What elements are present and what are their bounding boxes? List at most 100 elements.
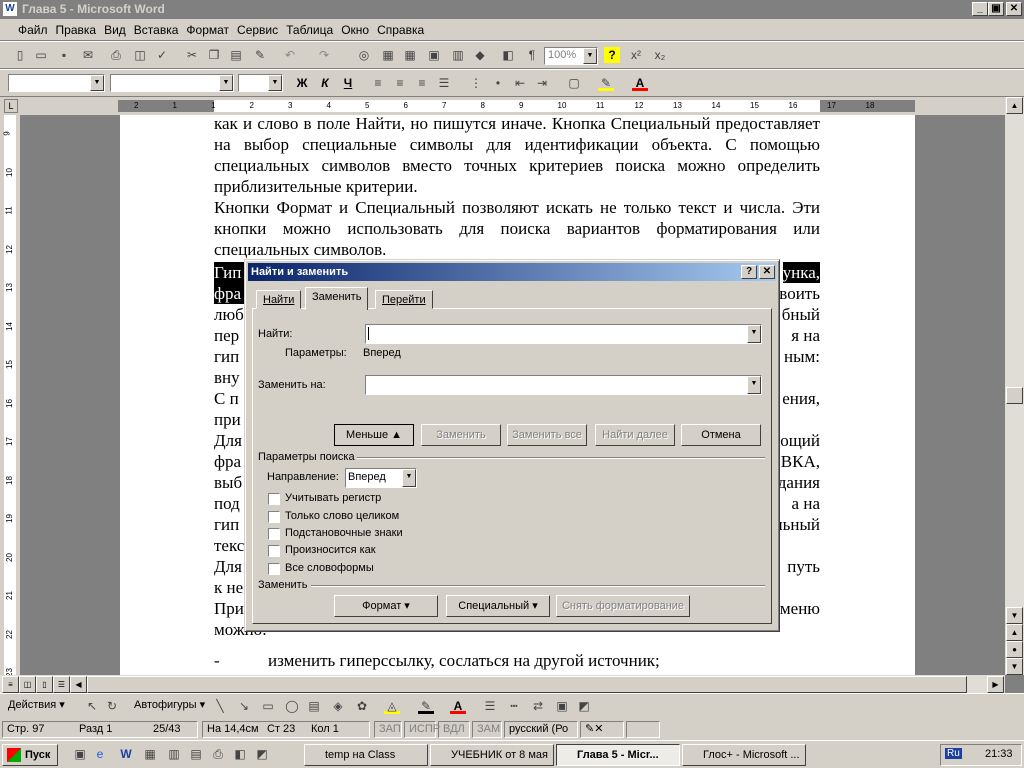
undo-icon[interactable]: ↶ — [282, 47, 298, 63]
chevron-down-icon[interactable]: ▼ — [268, 75, 282, 91]
close-button[interactable]: ✕ — [1006, 2, 1022, 16]
task-glava5[interactable]: Глава 5 - Micr... — [556, 744, 680, 766]
autoshapes-menu[interactable]: Автофигуры ▾ — [134, 698, 205, 711]
h-scroll-thumb[interactable] — [87, 676, 967, 693]
direction-dropdown-icon[interactable]: ▼ — [402, 469, 416, 487]
align-right-icon[interactable]: ≡ — [414, 75, 430, 91]
task-temp[interactable]: temp на Class — [304, 744, 428, 766]
select-objects-icon[interactable]: ↖ — [84, 698, 100, 714]
replace-dropdown-icon[interactable]: ▼ — [747, 376, 761, 394]
dash-style-icon[interactable]: ┅ — [506, 698, 522, 714]
highlight-icon[interactable]: ✎ — [598, 75, 614, 91]
shadow-icon[interactable]: ▣ — [554, 698, 570, 714]
vertical-scrollbar[interactable]: ▲ ▼ ▲ ● ▼ — [1005, 97, 1024, 675]
send-mail-icon[interactable]: ✉ — [80, 47, 96, 63]
tab-replace[interactable]: Заменить — [305, 287, 369, 310]
drawing-icon[interactable]: ◆ — [472, 47, 488, 63]
scroll-right-button[interactable]: ▶ — [987, 676, 1004, 693]
text-box-icon[interactable]: ▤ — [306, 698, 322, 714]
tab-find[interactable]: Найти — [256, 290, 302, 309]
font-size-combo[interactable]: ▼ — [238, 74, 283, 92]
prev-page-button[interactable]: ▲ — [1006, 624, 1023, 641]
menu-help[interactable]: Справка — [373, 23, 428, 37]
copy-icon[interactable]: ❐ — [206, 47, 222, 63]
tab-goto[interactable]: Перейти — [375, 290, 433, 309]
font-combo[interactable]: ▼ — [110, 74, 234, 92]
menu-table[interactable]: Таблица — [282, 23, 337, 37]
word-forms-checkbox[interactable] — [268, 563, 280, 575]
task-glos[interactable]: Глос+ - Microsoft ... — [682, 744, 806, 766]
insert-table-icon[interactable]: ▦ — [402, 47, 418, 63]
format-button[interactable]: Формат ▾ — [334, 595, 438, 617]
language-indicator[interactable]: Ru — [945, 748, 962, 759]
menu-window[interactable]: Окно — [337, 23, 373, 37]
status-trk[interactable]: ИСПР — [404, 721, 440, 738]
scroll-up-button[interactable]: ▲ — [1006, 97, 1023, 114]
special-button[interactable]: Специальный ▾ — [446, 595, 550, 617]
replace-input[interactable]: ▼ — [365, 375, 762, 395]
underline-button[interactable]: Ч — [340, 75, 356, 91]
menu-tools[interactable]: Сервис — [233, 23, 282, 37]
desktop-icon[interactable]: ▣ — [72, 746, 88, 762]
chevron-down-icon[interactable]: ▼ — [219, 75, 233, 91]
status-ovr[interactable]: ЗАМ — [472, 721, 502, 738]
horizontal-ruler[interactable]: L 2 1 1 2 3 4 5 6 7 8 9 10 11 12 13 14 15 16 17 18 — [0, 97, 1024, 115]
menu-format[interactable]: Формат — [182, 23, 233, 37]
status-rec[interactable]: ЗАП — [374, 721, 402, 738]
menu-file[interactable]: Файл — [14, 23, 52, 37]
spelling-icon[interactable]: ✓ — [154, 47, 170, 63]
line-color-icon[interactable]: ✎ — [418, 698, 434, 714]
document-map-icon[interactable]: ◧ — [500, 47, 516, 63]
quicklaunch-icon-5[interactable]: ▥ — [166, 746, 182, 762]
ie-icon[interactable]: e — [92, 746, 108, 762]
fill-color-icon[interactable]: ◬ — [384, 698, 400, 714]
status-lang[interactable]: русский (Ро — [504, 721, 578, 738]
office-assistant-icon[interactable]: ? — [604, 47, 620, 63]
maximize-button[interactable]: ▣ — [988, 2, 1004, 16]
scroll-thumb[interactable] — [1006, 387, 1023, 404]
style-combo[interactable]: ▼ — [8, 74, 105, 92]
spelling-status-icon[interactable]: ✎✕ — [580, 721, 624, 738]
format-painter-icon[interactable]: ✎ — [252, 47, 268, 63]
columns-icon[interactable]: ▥ — [450, 47, 466, 63]
increase-indent-icon[interactable]: ⇥ — [534, 75, 550, 91]
menu-edit[interactable]: Правка — [52, 23, 101, 37]
status-ext[interactable]: ВДЛ — [438, 721, 470, 738]
insert-excel-icon[interactable]: ▣ — [426, 47, 442, 63]
replace-all-button[interactable]: Заменить все — [507, 424, 587, 446]
chevron-down-icon[interactable]: ▼ — [90, 75, 104, 91]
match-case-checkbox[interactable] — [268, 493, 280, 505]
no-formatting-button[interactable]: Снять форматирование — [556, 595, 690, 617]
direction-select[interactable]: Вперед ▼ — [345, 468, 417, 488]
tab-selector[interactable]: L — [4, 99, 18, 113]
dialog-help-button[interactable]: ? — [741, 265, 757, 279]
quicklaunch-icon-6[interactable]: ▤ — [188, 746, 204, 762]
zoom-combo[interactable]: 100% ▼ — [544, 47, 598, 65]
next-page-button[interactable]: ▼ — [1006, 658, 1023, 675]
menu-insert[interactable]: Вставка — [130, 23, 183, 37]
select-browse-object-button[interactable]: ● — [1006, 641, 1023, 658]
start-button[interactable]: Пуск — [2, 744, 58, 766]
find-input[interactable]: ▼ — [365, 324, 762, 344]
page-view-icon[interactable]: ▯ — [36, 676, 53, 693]
decrease-indent-icon[interactable]: ⇤ — [512, 75, 528, 91]
horizontal-scrollbar[interactable]: ≡ ◫ ▯ ☰ ◀ ▶ — [0, 675, 1005, 693]
hyperlink-icon[interactable]: ◎ — [356, 47, 372, 63]
dialog-close-button[interactable]: ✕ — [759, 265, 775, 279]
open-folder-icon[interactable]: ▭ — [33, 47, 49, 63]
print-preview-icon[interactable]: ◫ — [132, 47, 148, 63]
arrow-icon[interactable]: ↘ — [236, 698, 252, 714]
paste-icon[interactable]: ▤ — [228, 47, 244, 63]
justify-icon[interactable]: ☰ — [436, 75, 452, 91]
draw-font-color-icon[interactable]: A — [450, 698, 466, 714]
quicklaunch-icon-4[interactable]: ▦ — [142, 746, 158, 762]
align-left-icon[interactable]: ≡ — [370, 75, 386, 91]
clipart-icon[interactable]: ✿ — [354, 698, 370, 714]
new-document-icon[interactable]: ▯ — [12, 47, 28, 63]
3d-icon[interactable]: ◩ — [576, 698, 592, 714]
save-icon[interactable]: ▪ — [56, 47, 72, 63]
quicklaunch-icon-7[interactable]: ⎙ — [210, 746, 226, 762]
word-quicklaunch-icon[interactable]: W — [118, 746, 134, 762]
actions-menu[interactable]: Действия ▾ — [8, 698, 65, 711]
wordart-icon[interactable]: ◈ — [330, 698, 346, 714]
